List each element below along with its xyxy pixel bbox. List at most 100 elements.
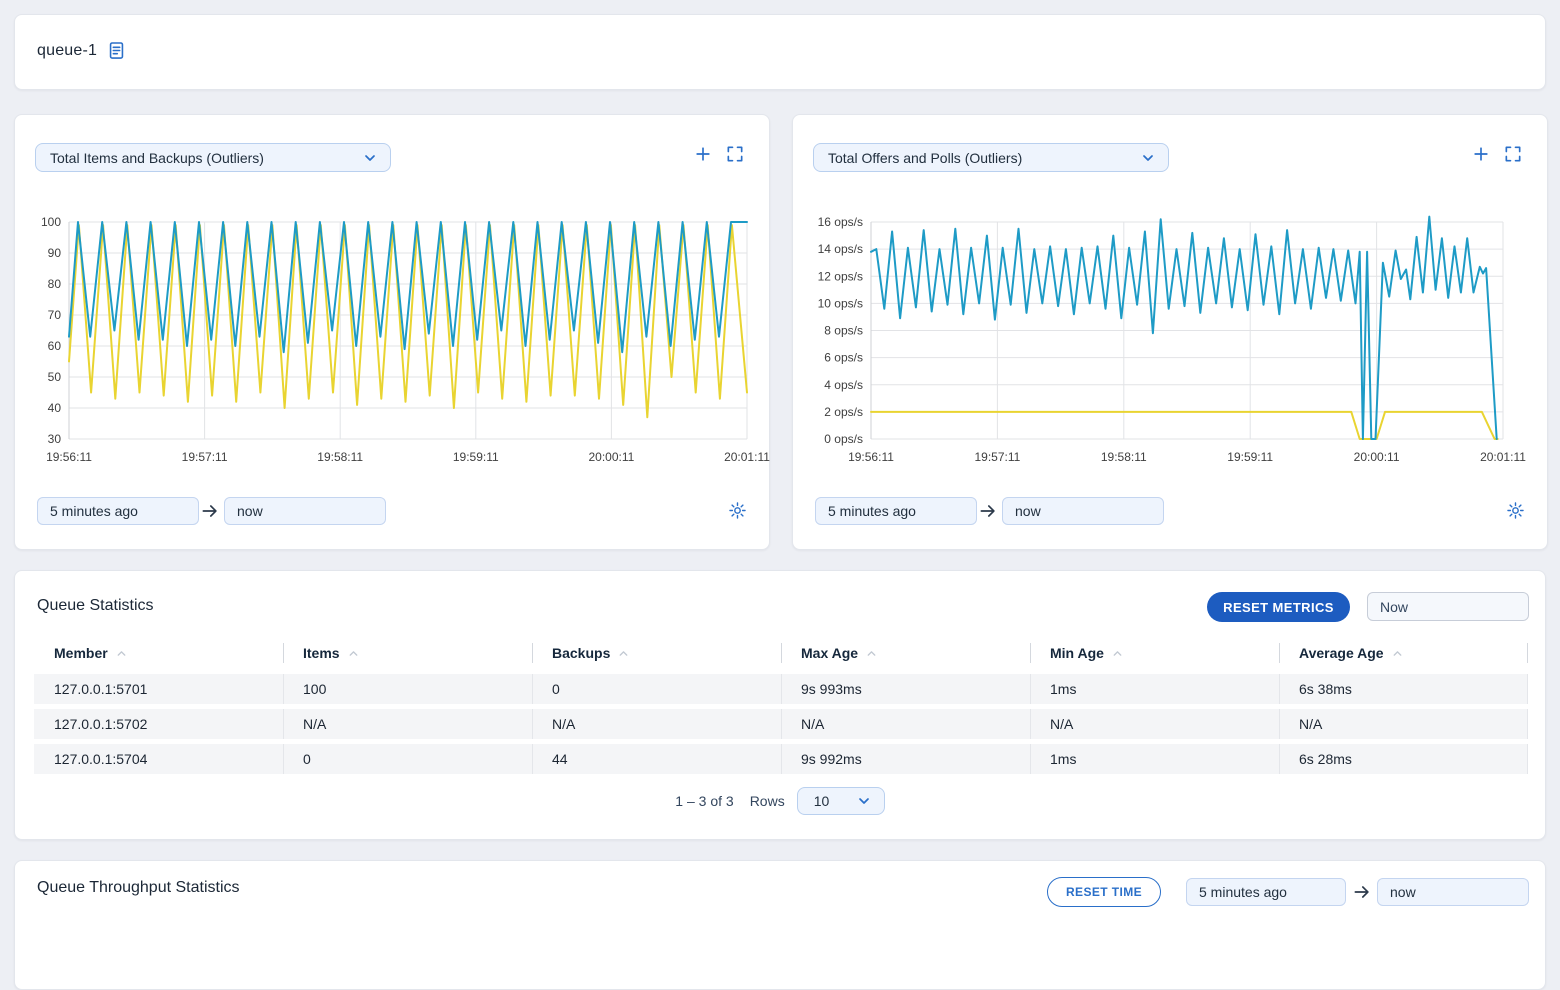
svg-text:19:59:11: 19:59:11	[1227, 450, 1273, 464]
time-from-value: 5 minutes ago	[828, 503, 916, 519]
svg-text:19:58:11: 19:58:11	[317, 450, 363, 464]
table-cell: N/A	[1279, 709, 1528, 739]
line-chart-offers-polls: 0 ops/s2 ops/s4 ops/s6 ops/s8 ops/s10 op…	[809, 209, 1509, 471]
time-from-input[interactable]: 5 minutes ago	[1186, 878, 1346, 906]
time-from-input[interactable]: 5 minutes ago	[815, 497, 977, 525]
table-row: 127.0.0.1:57040449s 992ms1ms6s 28ms	[34, 744, 1528, 774]
svg-text:50: 50	[48, 370, 62, 384]
metric-select-label: Total Items and Backups (Outliers)	[50, 150, 264, 166]
svg-text:19:56:11: 19:56:11	[46, 450, 92, 464]
table-cell: 127.0.0.1:5704	[34, 744, 283, 774]
column-header-average-age[interactable]: Average Age	[1279, 637, 1528, 669]
chevron-down-icon	[856, 793, 872, 809]
column-header-label: Backups	[552, 645, 610, 661]
reset-time-button[interactable]: RESET TIME	[1047, 877, 1161, 907]
sort-icon	[347, 647, 360, 660]
table-cell: 6s 28ms	[1279, 744, 1528, 774]
table-cell: 9s 992ms	[781, 744, 1030, 774]
rows-label: Rows	[750, 793, 785, 809]
add-chart-icon[interactable]	[693, 144, 713, 164]
svg-text:4 ops/s: 4 ops/s	[824, 378, 863, 392]
svg-text:2 ops/s: 2 ops/s	[824, 405, 863, 419]
svg-text:12 ops/s: 12 ops/s	[818, 269, 863, 283]
svg-text:16 ops/s: 16 ops/s	[818, 215, 863, 229]
svg-text:20:00:11: 20:00:11	[1354, 450, 1400, 464]
time-to-input[interactable]: now	[224, 497, 386, 525]
chart-panel-items-backups: Total Items and Backups (Outliers) 30 40 5…	[14, 114, 770, 550]
svg-text:0 ops/s: 0 ops/s	[824, 432, 863, 446]
column-header-backups[interactable]: Backups	[532, 637, 781, 669]
sort-icon	[1111, 647, 1124, 660]
metrics-time-input[interactable]: Now	[1367, 592, 1529, 621]
svg-text:20:00:11: 20:00:11	[588, 450, 634, 464]
fullscreen-icon[interactable]	[725, 144, 745, 164]
section-title: Queue Throughput Statistics	[37, 879, 240, 897]
pagination-range: 1 – 3 of 3	[675, 793, 733, 809]
svg-text:19:57:11: 19:57:11	[974, 450, 1020, 464]
column-header-label: Member	[54, 645, 108, 661]
svg-text:30: 30	[48, 432, 62, 446]
metrics-time-value: Now	[1380, 599, 1408, 615]
page-header-card: queue-1	[14, 14, 1546, 90]
pagination: 1 – 3 of 3 Rows 10	[15, 787, 1545, 815]
sort-icon	[1391, 647, 1404, 660]
time-to-value: now	[237, 503, 263, 519]
column-header-label: Max Age	[801, 645, 858, 661]
section-title: Queue Statistics	[37, 597, 154, 615]
arrow-right-icon	[1352, 882, 1372, 902]
time-from-input[interactable]: 5 minutes ago	[37, 497, 199, 525]
chevron-down-icon	[1140, 150, 1156, 166]
column-header-items[interactable]: Items	[283, 637, 532, 669]
metric-select-offers-polls[interactable]: Total Offers and Polls (Outliers)	[813, 143, 1169, 172]
svg-text:80: 80	[48, 277, 62, 291]
svg-text:14 ops/s: 14 ops/s	[818, 242, 863, 256]
time-to-value: now	[1015, 503, 1041, 519]
chart-panel-offers-polls: Total Offers and Polls (Outliers) 0 ops/…	[792, 114, 1548, 550]
rows-per-page-select[interactable]: 10	[797, 787, 885, 815]
page-title: queue-1	[37, 42, 97, 60]
sort-icon	[865, 647, 878, 660]
metric-select-items-backups[interactable]: Total Items and Backups (Outliers)	[35, 143, 391, 172]
time-to-value: now	[1390, 884, 1416, 900]
table-cell: N/A	[283, 709, 532, 739]
column-header-max-age[interactable]: Max Age	[781, 637, 1030, 669]
svg-text:19:56:11: 19:56:11	[848, 450, 894, 464]
table-cell: 0	[532, 674, 781, 704]
svg-text:19:59:11: 19:59:11	[453, 450, 499, 464]
table-cell: 1ms	[1030, 674, 1279, 704]
sort-icon	[115, 647, 128, 660]
rows-per-page-value: 10	[814, 793, 830, 809]
table-row: 127.0.0.1:5702N/AN/AN/AN/AN/A	[34, 709, 1528, 739]
time-to-input[interactable]: now	[1002, 497, 1164, 525]
document-icon[interactable]	[107, 41, 126, 60]
column-header-member[interactable]: Member	[34, 637, 283, 669]
svg-text:90: 90	[48, 246, 62, 260]
svg-text:19:58:11: 19:58:11	[1101, 450, 1147, 464]
reset-metrics-button[interactable]: RESET METRICS	[1207, 592, 1350, 622]
svg-text:20:01:11: 20:01:11	[724, 450, 770, 464]
table-cell: N/A	[532, 709, 781, 739]
table-cell: 9s 993ms	[781, 674, 1030, 704]
column-header-label: Items	[303, 645, 340, 661]
fullscreen-icon[interactable]	[1503, 144, 1523, 164]
gear-icon[interactable]	[1506, 501, 1525, 520]
column-header-label: Average Age	[1299, 645, 1384, 661]
table-row: 127.0.0.1:570110009s 993ms1ms6s 38ms	[34, 674, 1528, 704]
table-cell: 1ms	[1030, 744, 1279, 774]
svg-text:8 ops/s: 8 ops/s	[824, 324, 863, 338]
svg-text:19:57:11: 19:57:11	[182, 450, 228, 464]
table-cell: N/A	[1030, 709, 1279, 739]
svg-text:40: 40	[48, 401, 62, 415]
add-chart-icon[interactable]	[1471, 144, 1491, 164]
table-cell: 100	[283, 674, 532, 704]
column-header-min-age[interactable]: Min Age	[1030, 637, 1279, 669]
svg-text:60: 60	[48, 339, 62, 353]
gear-icon[interactable]	[728, 501, 747, 520]
sort-icon	[617, 647, 630, 660]
svg-text:10 ops/s: 10 ops/s	[818, 296, 863, 310]
column-header-label: Min Age	[1050, 645, 1104, 661]
table-header-row: Member Items Backups Max Age Min Age Average …	[34, 637, 1528, 669]
line-chart-items-backups: 3040506070809010019:56:1119:57:1119:58:1…	[31, 209, 751, 471]
time-to-input[interactable]: now	[1377, 878, 1529, 906]
svg-text:70: 70	[48, 308, 62, 322]
